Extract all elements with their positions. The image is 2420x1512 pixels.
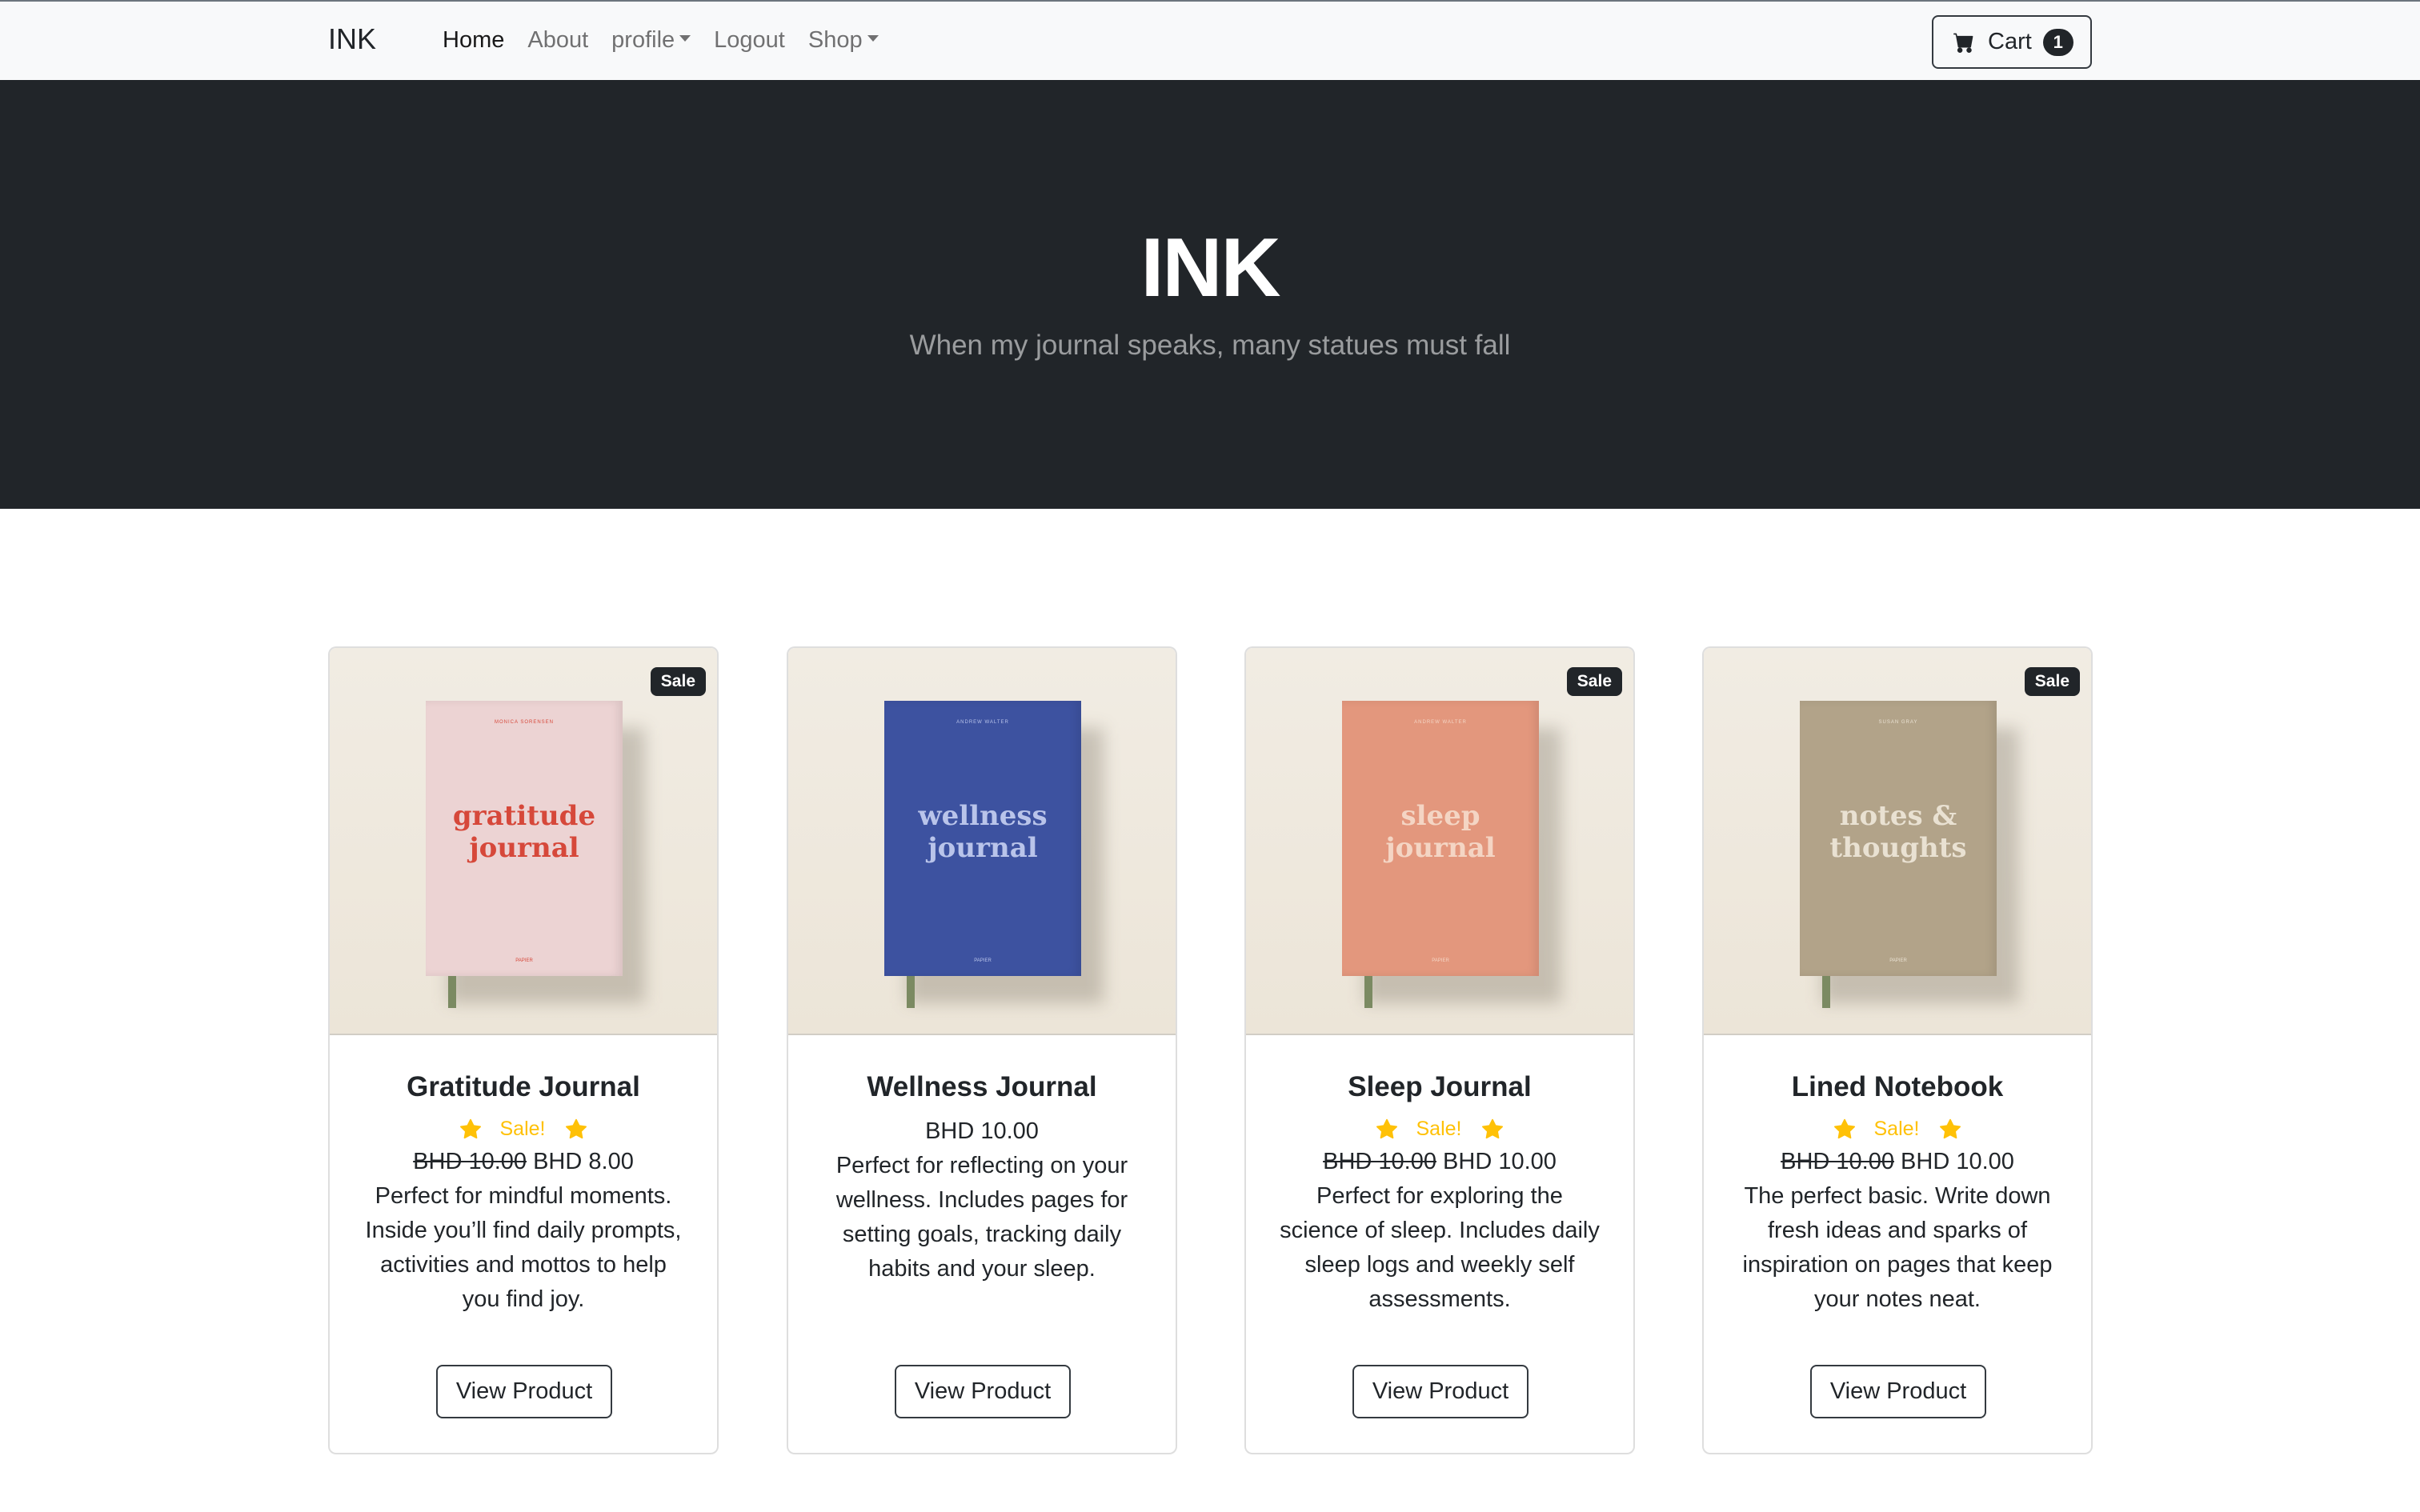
product-title: Gratitude Journal (407, 1071, 640, 1102)
nav-dropdown-profile[interactable]: profile (611, 27, 691, 54)
cover-title-line: gratitude (452, 800, 596, 832)
hero-title: INK (1140, 222, 1280, 314)
nav-link-logout[interactable]: Logout (714, 27, 785, 54)
product-card: SUSAN GRAY notes & thoughts PAPIER Sale L… (1702, 646, 2093, 1454)
book-cover: ANDREW WALTER sleep journal PAPIER (1342, 701, 1539, 976)
sale-text: Sale! (1416, 1117, 1462, 1140)
price: BHD 10.00 BHD 10.00 (1704, 1144, 2091, 1179)
nav-dropdown-shop[interactable]: Shop (808, 27, 879, 54)
old-price: BHD 10.00 (1323, 1149, 1436, 1174)
cover-title-line: journal (928, 832, 1038, 864)
product-image[interactable]: ANDREW WALTER wellness journal PAPIER (788, 648, 1176, 1035)
cover-title-line: sleep (1400, 800, 1480, 832)
product-card: ANDREW WALTER sleep journal PAPIER Sale S… (1244, 646, 1635, 1454)
price: BHD 10.00 BHD 8.00 (330, 1144, 717, 1179)
card-body: Lined Notebook Sale! BHD 10.00 BHD 10.00… (1704, 1035, 2091, 1317)
product-description: Perfect for exploring the science of sle… (1280, 1183, 1600, 1312)
product-card: MONICA SORENSEN gratitude journal PAPIER … (328, 646, 719, 1454)
cart-count-badge: 1 (2042, 28, 2073, 56)
product-card: ANDREW WALTER wellness journal PAPIER Wel… (787, 646, 1177, 1454)
cart-label: Cart (1988, 29, 2032, 54)
card-body: Sleep Journal Sale! BHD 10.00 BHD 10.00 … (1246, 1035, 1633, 1317)
cover-title-line: journal (1385, 832, 1496, 864)
current-price: BHD 10.00 (1443, 1149, 1557, 1174)
star-icon (459, 1118, 481, 1139)
star-icon (566, 1118, 587, 1139)
brand-logo[interactable]: INK (328, 22, 376, 56)
product-title: Sleep Journal (1348, 1071, 1532, 1102)
nav-links: Home About profile Logout Shop (443, 27, 902, 54)
nav-dropdown-profile-label: profile (611, 27, 675, 53)
book-cover: SUSAN GRAY notes & thoughts PAPIER (1800, 701, 1997, 976)
old-price: BHD 10.00 (1781, 1149, 1894, 1174)
cart-button[interactable]: Cart 1 (1932, 15, 2092, 69)
current-price: BHD 10.00 (925, 1118, 1039, 1144)
price: BHD 10.00 BHD 10.00 (1246, 1144, 1633, 1179)
navbar: INK Home About profile Logout Shop Cart … (0, 0, 2420, 80)
cover-title-line: thoughts (1829, 832, 1967, 864)
card-body: Wellness Journal BHD 10.00 Perfect for r… (788, 1035, 1176, 1286)
cart-icon (1953, 33, 1973, 53)
sale-row: Sale! (1246, 1114, 1633, 1144)
product-title: Wellness Journal (867, 1071, 1097, 1102)
cover-title-line: journal (469, 832, 579, 864)
product-title: Lined Notebook (1791, 1071, 2004, 1102)
view-product-button[interactable]: View Product (1352, 1365, 1529, 1418)
book-cover: ANDREW WALTER wellness journal PAPIER (884, 701, 1081, 976)
sale-badge: Sale (2024, 667, 2080, 696)
view-product-button[interactable]: View Product (895, 1365, 1071, 1418)
star-icon (1833, 1118, 1855, 1139)
product-description: Perfect for reflecting on your wellness.… (835, 1153, 1128, 1282)
sale-row: Sale! (1704, 1114, 2091, 1144)
product-description: The perfect basic. Write down fresh idea… (1742, 1183, 2053, 1312)
sale-badge: Sale (1566, 667, 1622, 696)
chevron-down-icon (679, 35, 691, 42)
sale-text: Sale! (1873, 1117, 1920, 1140)
current-price: BHD 8.00 (533, 1149, 634, 1174)
cover-title-line: wellness (918, 800, 1048, 832)
current-price: BHD 10.00 (1901, 1149, 2014, 1174)
nav-dropdown-shop-label: Shop (807, 27, 863, 53)
star-icon (1482, 1118, 1504, 1139)
hero-banner: INK When my journal speaks, many statues… (0, 80, 2420, 509)
view-product-button[interactable]: View Product (436, 1365, 612, 1418)
nav-link-about[interactable]: About (527, 27, 588, 54)
view-product-button[interactable]: View Product (1810, 1365, 1986, 1418)
card-body: Gratitude Journal Sale! BHD 10.00 BHD 8.… (330, 1035, 717, 1317)
old-price: BHD 10.00 (413, 1149, 527, 1174)
chevron-down-icon (867, 35, 879, 42)
sale-text: Sale! (499, 1117, 546, 1140)
star-icon (1940, 1118, 1961, 1139)
product-image[interactable]: ANDREW WALTER sleep journal PAPIER Sale (1246, 648, 1633, 1035)
product-image[interactable]: MONICA SORENSEN gratitude journal PAPIER … (330, 648, 717, 1035)
book-cover: MONICA SORENSEN gratitude journal PAPIER (426, 701, 623, 976)
hero-subtitle: When my journal speaks, many statues mus… (909, 330, 1511, 361)
star-icon (1376, 1118, 1397, 1139)
nav-link-home[interactable]: Home (443, 27, 504, 54)
cover-title-line: notes & (1839, 800, 1957, 832)
product-description: Perfect for mindful moments. Inside you’… (365, 1183, 682, 1312)
product-image[interactable]: SUSAN GRAY notes & thoughts PAPIER Sale (1704, 648, 2091, 1035)
sale-badge: Sale (650, 667, 706, 696)
sale-row: Sale! (330, 1114, 717, 1144)
